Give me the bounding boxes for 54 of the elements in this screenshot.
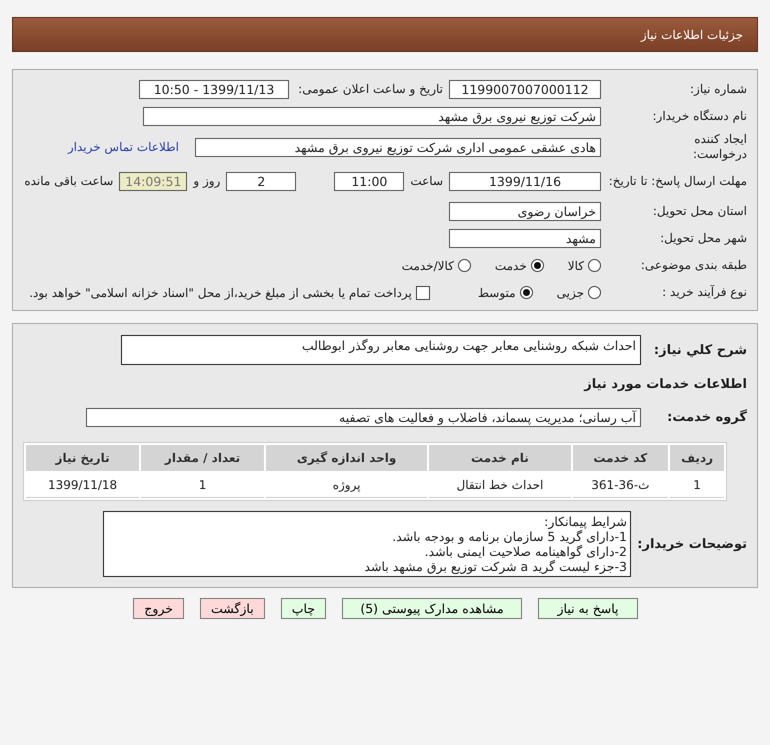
column-header: ردیف <box>670 445 724 471</box>
announce-date-field: 1399/11/13 - 10:50 <box>139 80 289 99</box>
column-header: تاریخ نیاز <box>26 445 140 471</box>
radio-button[interactable] <box>530 259 544 272</box>
option-label: متوسط <box>478 286 516 300</box>
option-label: کالا/خدمت <box>402 258 454 272</box>
action-button[interactable]: خروج <box>133 598 184 619</box>
buyer-org-field: شرکت توزیع نیروی برق مشهد <box>143 107 601 126</box>
remaining-time-field: 14:09:51 <box>119 172 188 190</box>
field-label: گروه خدمت: <box>666 410 747 424</box>
column-header: واحد اندازه گیری <box>266 445 428 471</box>
field-label: شرح کلي نياز: <box>652 342 747 358</box>
field-label: ایجاد کننده درخواست: <box>692 132 747 162</box>
field-label: توضیحات خریدار: <box>637 536 747 552</box>
field-label: استان محل تحویل: <box>652 204 747 219</box>
page-header: جزئیات اطلاعات نیاز <box>12 17 758 52</box>
action-button[interactable]: بازگشت <box>200 598 265 619</box>
days-field: 2 <box>226 172 296 190</box>
action-button[interactable]: مشاهده مدارک پیوستی (5) <box>342 598 522 619</box>
option-label: پرداخت تمام یا بخشی از مبلغ خرید،از محل "اسناد خزانه اسلامی" خواهد بود. <box>29 286 412 300</box>
deadline-date-field: 1399/11/16 <box>449 172 601 190</box>
time-label: ساعت <box>410 174 443 188</box>
province-field: خراسان رضوی <box>449 202 601 221</box>
time-field: 11:00 <box>334 172 404 190</box>
radio-button[interactable] <box>458 259 471 272</box>
remaining-label: ساعت باقی مانده <box>24 174 114 188</box>
field-label: تاریخ و ساعت اعلان عمومی: <box>297 82 443 97</box>
field-label: شهر محل تحویل: <box>659 231 747 246</box>
section-title: اطلاعات خدمات مورد نیاز <box>584 376 747 392</box>
field-label: طبقه بندی موضوعی: <box>640 258 747 273</box>
requester-field: هادی عشقی عمومی اداری شرکت توزیع نیروی برق مشهد <box>195 138 601 156</box>
column-header: نام خدمت <box>429 445 571 471</box>
option-label: کالا <box>568 258 584 272</box>
column-header: تعداد / مقدار <box>141 445 264 471</box>
checkbox[interactable] <box>416 286 430 300</box>
service-group-field: آب رسانی؛ مدیریت پسماند، فاضلاب و فعالیت های تصفیه <box>86 408 641 426</box>
action-button[interactable]: پاسخ به نیاز <box>538 598 638 619</box>
column-header: کد خدمت <box>572 445 668 471</box>
buyer-notes-field: شرایط پیمانکار: 1-دارای گرید 5 سازمان برنامه و بودجه باشد. 2-دارای گواهینامه صلاحیت ایمنی باشد. 3-جزء لیست گرید a شرکت توزیع برق مشهد باشد <box>103 511 631 577</box>
need-number-field: 1199007007000112 <box>449 80 601 99</box>
action-button[interactable]: چاپ <box>280 598 326 619</box>
radio-button[interactable] <box>588 259 601 272</box>
field-label: نوع فرآیند خرید : <box>661 285 747 300</box>
field-label: مهلت ارسال پاسخ: تا تاریخ: <box>608 174 747 188</box>
option-label: خدمت <box>494 258 527 272</box>
radio-button[interactable] <box>588 286 601 299</box>
radio-button[interactable] <box>520 286 533 299</box>
city-field: مشهد <box>449 229 601 248</box>
days-label: روز و <box>193 174 220 188</box>
option-label: جزیی <box>556 286 584 300</box>
field-label: نام دستگاه خریدار: <box>652 109 747 124</box>
description-field: احداث شبکه روشنایی معابر جهت روشنایی معابر روگذر ابوطالب <box>121 335 641 365</box>
contact-link[interactable]: اطلاعات تماس خریدار <box>68 140 179 154</box>
field-label: شماره نیاز: <box>689 82 747 97</box>
